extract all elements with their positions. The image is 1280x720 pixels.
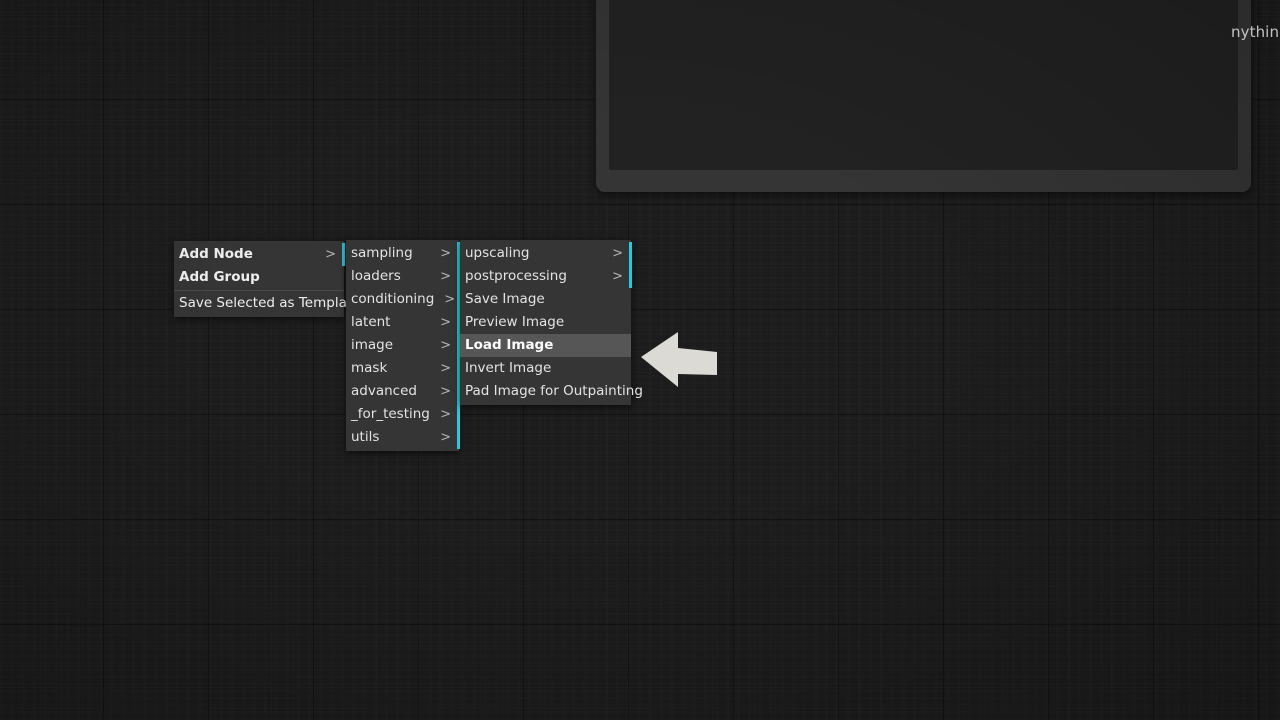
chevron-right-icon: > (612, 269, 623, 284)
menu-item-upscaling[interactable]: upscaling > (460, 242, 632, 265)
menu-item-label: postprocessing (465, 268, 567, 284)
chevron-right-icon: > (440, 246, 451, 261)
menu-item-label: mask (351, 360, 388, 376)
chevron-right-icon: > (440, 407, 451, 422)
menu-item-label: Save Image (465, 291, 545, 307)
chevron-right-icon: > (325, 247, 336, 262)
chevron-right-icon: > (440, 269, 451, 284)
menu-item-label: _for_testing (351, 406, 430, 422)
chevron-right-icon: > (440, 384, 451, 399)
submenu-accent-bar (457, 403, 460, 426)
menu-item-load-image[interactable]: Load Image (460, 334, 631, 357)
menu-item-label: conditioning (351, 291, 435, 307)
image-nodes-menu[interactable]: upscaling > postprocessing > Save Image … (460, 240, 643, 405)
menu-item-label: Pad Image for Outpainting (465, 383, 643, 399)
menu-item-sampling[interactable]: sampling > (346, 242, 460, 265)
menu-item-for-testing[interactable]: _for_testing > (346, 403, 460, 426)
node-panel-body (609, 0, 1238, 170)
menu-item-save-selected-as-template: Save Selected as Template (174, 292, 360, 315)
chevron-right-icon: > (440, 315, 451, 330)
menu-item-label: Preview Image (465, 314, 565, 330)
submenu-accent-bar (342, 243, 345, 266)
submenu-accent-bar (457, 426, 460, 449)
submenu-accent-bar (629, 242, 632, 265)
submenu-accent-bar (629, 265, 632, 288)
menu-item-label: utils (351, 429, 380, 445)
chevron-right-icon: > (440, 361, 451, 376)
menu-separator (174, 290, 344, 291)
menu-item-label: advanced (351, 383, 417, 399)
menu-item-utils[interactable]: utils > (346, 426, 460, 449)
menu-item-label: upscaling (465, 245, 530, 261)
menu-item-label: Add Node (179, 246, 253, 262)
menu-item-add-node[interactable]: Add Node > (174, 243, 345, 266)
menu-item-label: Save Selected as Template (179, 295, 361, 311)
chevron-right-icon: > (440, 430, 451, 445)
menu-item-invert-image[interactable]: Invert Image (460, 357, 631, 380)
menu-item-label: image (351, 337, 394, 353)
node-overflow-text: nythin (1231, 23, 1280, 41)
chevron-right-icon: > (444, 292, 456, 307)
canvas-context-menu[interactable]: Add Node > Add Group Save Selected as Te… (174, 241, 360, 317)
menu-item-preview-image[interactable]: Preview Image (460, 311, 631, 334)
arrow-shape (641, 332, 717, 387)
pointer-arrow-annotation (641, 332, 717, 387)
menu-item-label: Invert Image (465, 360, 552, 376)
menu-item-label: sampling (351, 245, 413, 261)
graph-node-panel[interactable] (596, 0, 1251, 192)
menu-item-loaders[interactable]: loaders > (346, 265, 460, 288)
menu-item-label: Load Image (465, 337, 554, 353)
menu-item-pad-image-for-outpainting[interactable]: Pad Image for Outpainting (460, 380, 643, 403)
chevron-right-icon: > (440, 338, 451, 353)
chevron-right-icon: > (612, 246, 623, 261)
menu-item-label: latent (351, 314, 391, 330)
menu-item-advanced[interactable]: advanced > (346, 380, 460, 403)
menu-item-add-group[interactable]: Add Group (174, 266, 344, 289)
menu-item-conditioning[interactable]: conditioning > (346, 288, 460, 311)
menu-item-latent[interactable]: latent > (346, 311, 460, 334)
menu-item-image[interactable]: image > (346, 334, 460, 357)
menu-item-mask[interactable]: mask > (346, 357, 460, 380)
menu-item-save-image[interactable]: Save Image (460, 288, 631, 311)
menu-item-postprocessing[interactable]: postprocessing > (460, 265, 632, 288)
menu-item-label: Add Group (179, 269, 260, 285)
menu-item-label: loaders (351, 268, 401, 284)
add-node-category-menu[interactable]: sampling > loaders > conditioning > late… (346, 240, 460, 451)
